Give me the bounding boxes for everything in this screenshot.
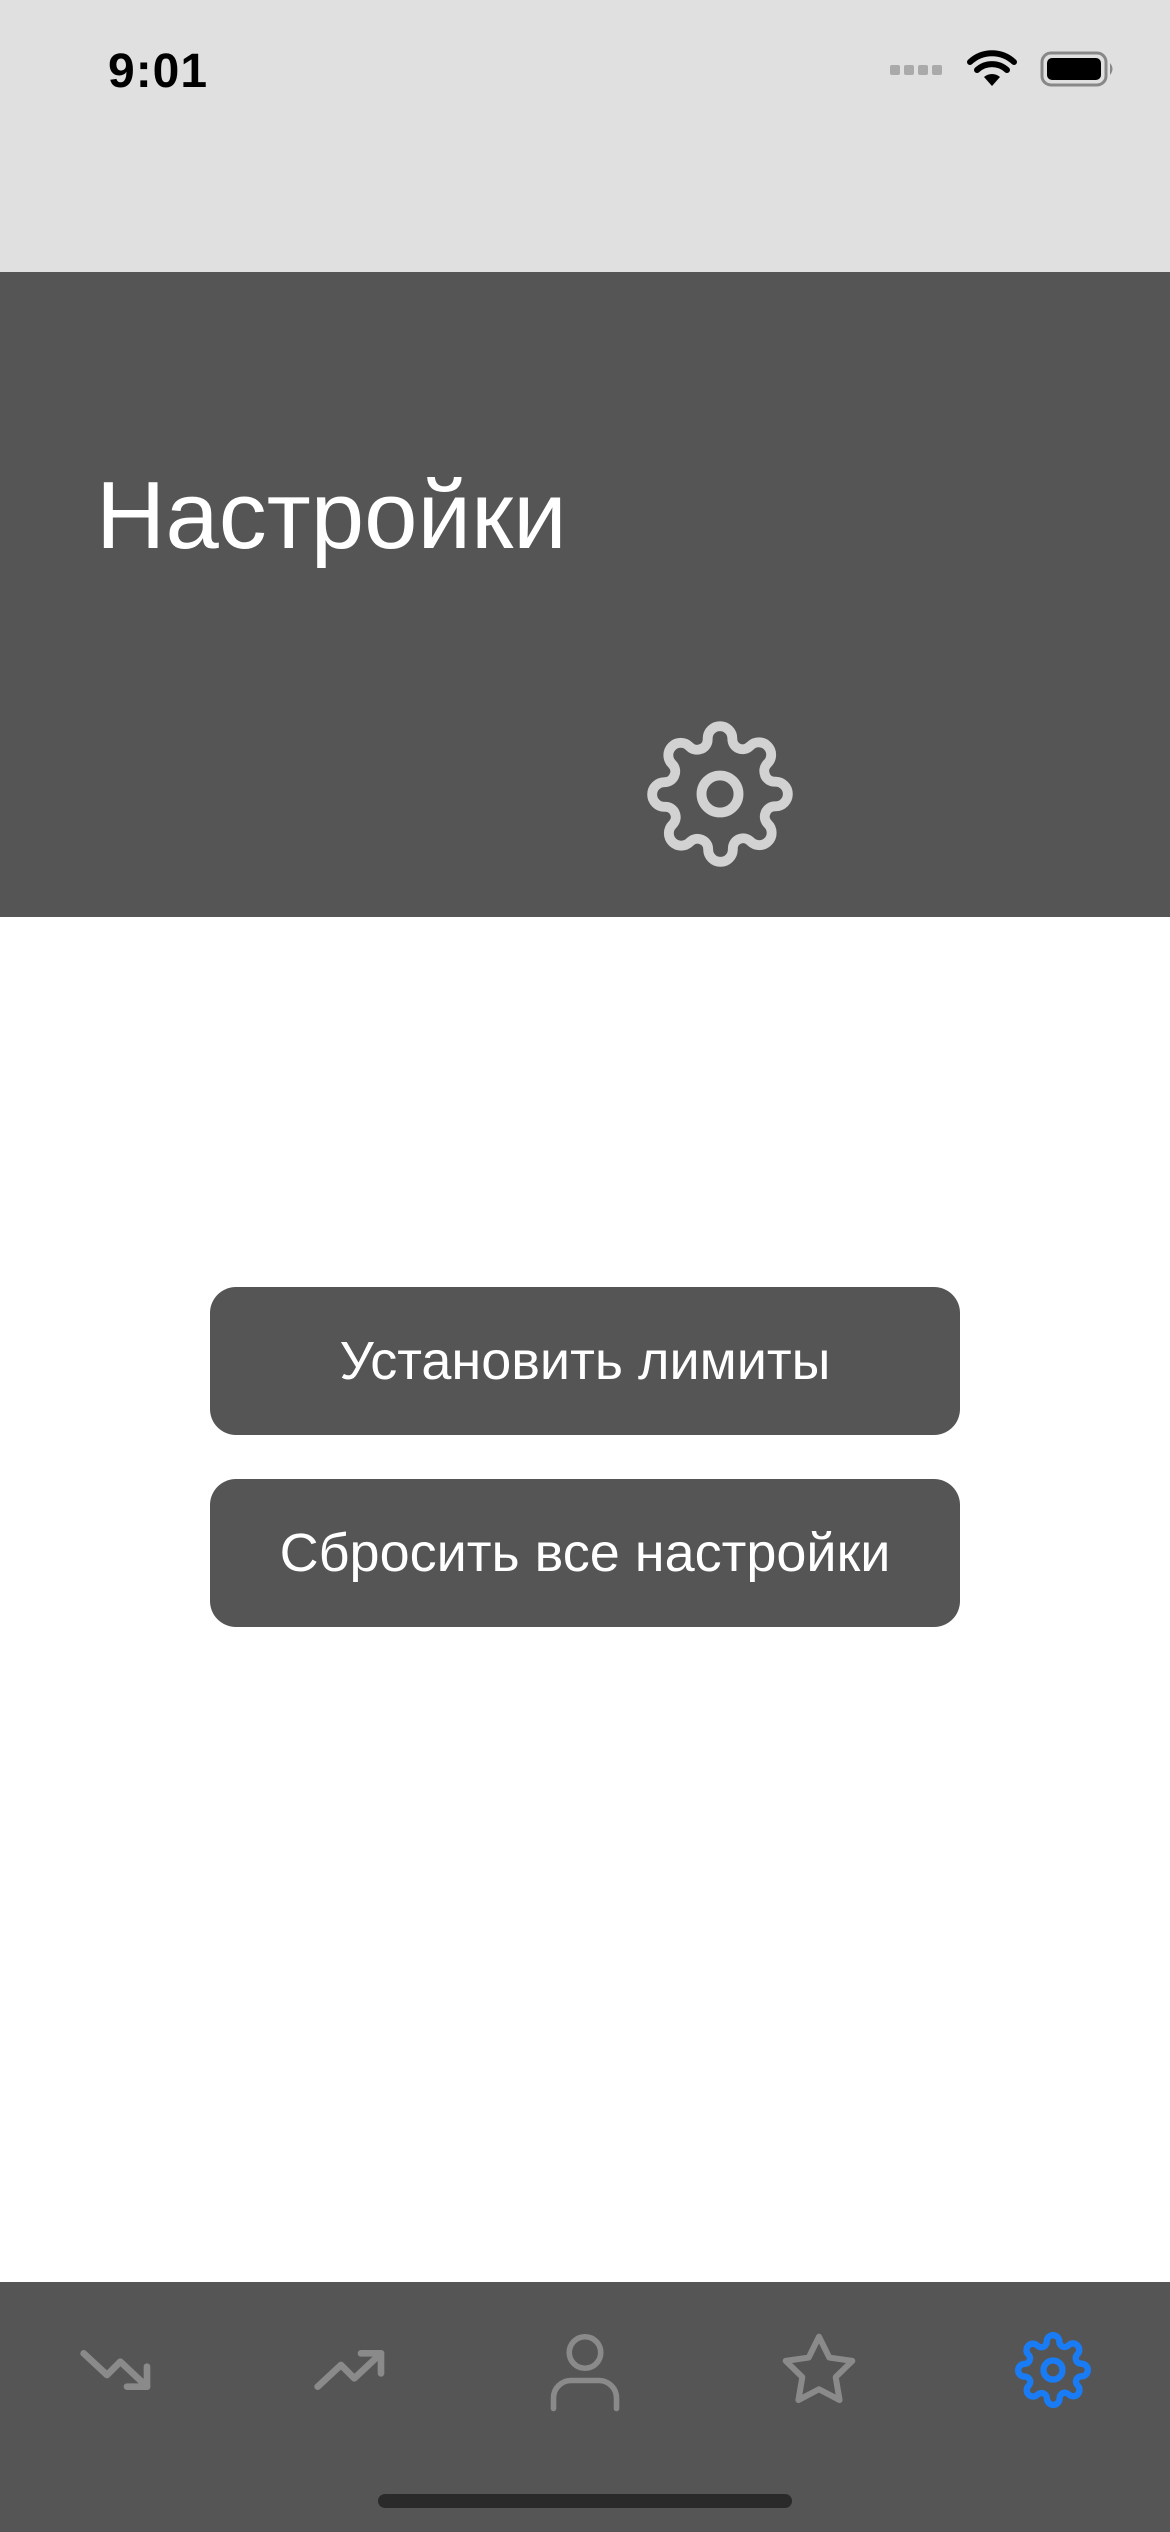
tab-settings[interactable]: [993, 2312, 1113, 2432]
set-limits-label: Установить лимиты: [339, 1331, 831, 1391]
page-title: Настройки: [96, 462, 567, 569]
header: [0, 272, 1170, 917]
gear-icon: [1015, 2331, 1091, 2413]
home-indicator: [378, 2494, 792, 2508]
trending-up-icon: [311, 2330, 391, 2415]
tab-trending-up[interactable]: [291, 2312, 411, 2432]
status-time: 9:01: [108, 45, 209, 98]
status-bar: 9:01: [0, 0, 1170, 272]
status-icons: [890, 50, 1116, 93]
trending-down-icon: [77, 2330, 157, 2415]
wifi-icon: [966, 50, 1018, 93]
gear-icon: [646, 720, 794, 868]
tab-favorites[interactable]: [759, 2312, 879, 2432]
person-icon: [543, 2328, 627, 2417]
cellular-signal-icon: [890, 61, 944, 82]
reset-settings-button[interactable]: Сбросить все настройки: [210, 1479, 960, 1627]
reset-settings-label: Сбросить все настройки: [279, 1523, 891, 1583]
set-limits-button[interactable]: Установить лимиты: [210, 1287, 960, 1435]
battery-icon: [1040, 51, 1116, 92]
star-icon: [779, 2330, 859, 2415]
tab-trending-down[interactable]: [57, 2312, 177, 2432]
tab-profile[interactable]: [525, 2312, 645, 2432]
